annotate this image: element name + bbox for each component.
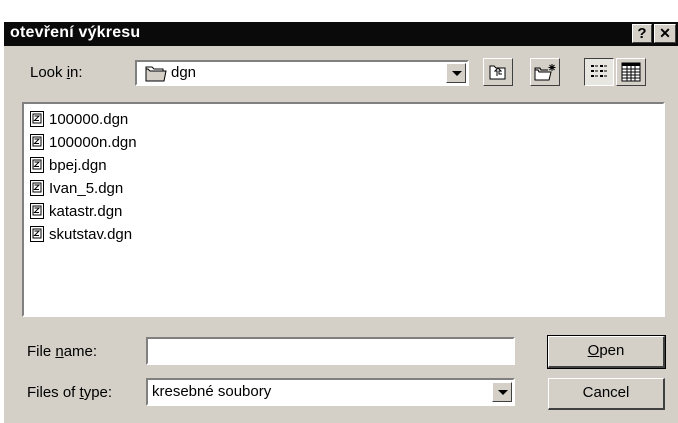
- file-type-dropdown[interactable]: kresebné soubory: [146, 378, 515, 406]
- dgn-file-icon: [30, 110, 45, 128]
- open-button[interactable]: Open: [547, 335, 666, 369]
- create-new-folder-icon: [534, 62, 558, 86]
- details-view-button[interactable]: [616, 58, 646, 86]
- create-new-folder-button[interactable]: [530, 58, 560, 86]
- file-type-chevron-down-icon[interactable]: [492, 382, 512, 402]
- look-in-label: Look in:: [30, 64, 83, 81]
- list-item[interactable]: katastr.dgn: [30, 200, 122, 222]
- list-view-icon: [590, 64, 608, 84]
- title-bar[interactable]: otevření výkresu ? ✕: [4, 22, 678, 46]
- list-item[interactable]: skutstav.dgn: [30, 223, 132, 245]
- close-button[interactable]: ✕: [654, 24, 676, 43]
- dgn-file-icon: [30, 179, 45, 197]
- dgn-file-icon: [30, 225, 45, 243]
- file-name: Ivan_5.dgn: [49, 179, 124, 197]
- file-type-label: Files of type:: [27, 384, 113, 401]
- file-name: katastr.dgn: [49, 202, 123, 220]
- look-in-chevron-down-icon[interactable]: [446, 63, 466, 83]
- window-title: otevření výkresu: [10, 24, 141, 41]
- folder-icon: [145, 65, 167, 86]
- dgn-file-icon: [30, 156, 45, 174]
- file-name-input[interactable]: [146, 337, 515, 365]
- list-view-button[interactable]: [584, 58, 614, 86]
- list-item[interactable]: 100000.dgn: [30, 108, 128, 130]
- list-item[interactable]: bpej.dgn: [30, 154, 107, 176]
- look-in-value: dgn: [171, 64, 197, 81]
- list-item[interactable]: Ivan_5.dgn: [30, 177, 123, 199]
- up-one-level-button[interactable]: [483, 58, 513, 86]
- file-name: skutstav.dgn: [49, 225, 133, 243]
- details-view-icon: [621, 62, 641, 86]
- file-name: bpej.dgn: [49, 156, 107, 174]
- file-type-value: kresebné soubory: [152, 383, 272, 400]
- desktop-background: [0, 0, 678, 22]
- dgn-file-icon: [30, 202, 45, 220]
- list-item[interactable]: 100000n.dgn: [30, 131, 137, 153]
- file-name: 100000n.dgn: [49, 133, 137, 151]
- help-button[interactable]: ?: [632, 24, 652, 43]
- file-name-label: File name:: [27, 343, 98, 360]
- up-one-level-icon: [488, 62, 508, 86]
- file-name: 100000.dgn: [49, 110, 129, 128]
- file-list[interactable]: 100000.dgn 100000n.dgn bpej.dgn Ivan_5.d…: [22, 102, 665, 317]
- dgn-file-icon: [30, 133, 45, 151]
- cancel-button[interactable]: Cancel: [548, 378, 665, 410]
- look-in-dropdown[interactable]: dgn: [135, 60, 469, 86]
